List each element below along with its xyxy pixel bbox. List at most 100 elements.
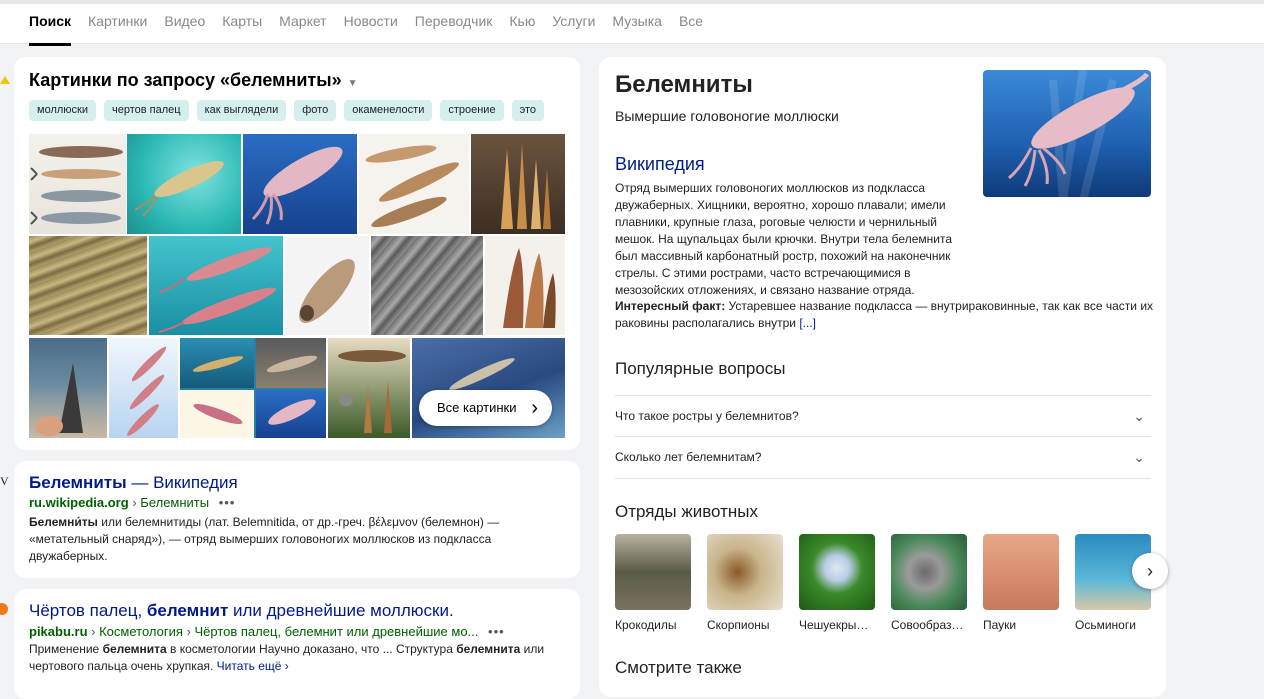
result-snippet: Белемни́ты или белемнитиды (лат. Belemni… bbox=[29, 514, 565, 565]
image-tile[interactable] bbox=[29, 236, 147, 335]
belemnite-drawing bbox=[251, 146, 343, 225]
belemnite-drawing bbox=[365, 145, 459, 228]
chip-devils-finger[interactable]: чертов палец bbox=[103, 100, 189, 121]
image-tile[interactable] bbox=[149, 236, 283, 335]
animal-label: Скорпионы bbox=[707, 618, 770, 632]
images-block: Картинки по запросу «белемниты» ▼ моллюск… bbox=[14, 57, 580, 450]
belemnite-drawing bbox=[338, 350, 406, 433]
image-tile[interactable] bbox=[127, 134, 241, 234]
fact-more-link[interactable]: [...] bbox=[799, 316, 816, 330]
animal-label: Чешуекры… bbox=[799, 618, 869, 632]
search-result-pikabu: Чёртов палец, белемнит или древнейшие мо… bbox=[14, 589, 580, 699]
carousel-next-button[interactable]: › bbox=[1132, 553, 1168, 589]
image-tile[interactable] bbox=[109, 338, 178, 438]
read-more-label: Читать ещё bbox=[216, 659, 282, 673]
tab-market[interactable]: Маркет bbox=[279, 12, 326, 43]
animal-label: Крокодилы bbox=[615, 618, 677, 632]
read-more-link[interactable]: Читать ещё › bbox=[217, 659, 289, 673]
belemnite-drawing bbox=[503, 248, 556, 328]
wikipedia-link[interactable]: Википедия bbox=[615, 154, 705, 175]
tab-images[interactable]: Картинки bbox=[88, 12, 147, 43]
breadcrumb-separator: › bbox=[186, 624, 191, 639]
result-title-part: Чёртов палец, bbox=[29, 601, 147, 620]
snippet-text: в косметологии Научно доказано, что ... … bbox=[166, 642, 457, 656]
result-title-bold: Белемниты bbox=[29, 473, 127, 492]
chip-structure[interactable]: строение bbox=[440, 100, 504, 121]
tab-translator[interactable]: Переводчик bbox=[415, 12, 493, 43]
result-url[interactable]: ru.wikipedia.org › Белемниты ••• bbox=[29, 495, 235, 510]
belemnite-drawing bbox=[127, 346, 167, 436]
tab-q[interactable]: Кью bbox=[509, 12, 535, 43]
chip-mollusks[interactable]: моллюски bbox=[29, 100, 96, 121]
search-tabs: Поиск Картинки Видео Карты Маркет Новост… bbox=[29, 12, 720, 46]
query-chips: моллюски чертов палец как выглядели фото… bbox=[29, 100, 544, 121]
more-options-icon[interactable]: ••• bbox=[488, 624, 505, 639]
result-snippet: Применение белемнита в косметологии Науч… bbox=[29, 641, 565, 675]
chip-photo[interactable]: фото bbox=[294, 100, 337, 121]
animal-thumbnail bbox=[983, 534, 1059, 610]
result-domain: pikabu.ru bbox=[29, 624, 88, 639]
image-tile[interactable] bbox=[29, 338, 107, 438]
see-also-heading: Смотрите также bbox=[615, 658, 742, 677]
interesting-fact: Интересный факт: Устаревшее название под… bbox=[615, 298, 1155, 332]
tab-maps[interactable]: Карты bbox=[222, 12, 262, 43]
chip-how-looked[interactable]: как выглядели bbox=[196, 100, 287, 121]
result-path: Чёртов палец, белемнит или древнейшие мо… bbox=[194, 624, 479, 639]
result-title-link[interactable]: Чёртов палец, белемнит или древнейшие мо… bbox=[29, 601, 454, 621]
all-images-button-label: Все картинки bbox=[437, 400, 517, 415]
chevron-right-icon: › bbox=[1147, 561, 1153, 581]
tab-all[interactable]: Все bbox=[679, 12, 703, 43]
fact-label: Интересный факт: bbox=[615, 299, 726, 313]
tab-search[interactable]: Поиск bbox=[29, 12, 72, 46]
images-block-title-text: Картинки по запросу «белемниты» bbox=[29, 70, 342, 90]
animal-card-spiders[interactable]: Пауки bbox=[983, 534, 1059, 632]
animal-card-crocodiles[interactable]: Крокодилы bbox=[615, 534, 691, 632]
images-block-title[interactable]: Картинки по запросу «белемниты» ▼ bbox=[29, 70, 358, 91]
image-tile[interactable] bbox=[371, 236, 483, 335]
chevron-down-icon: ⌄ bbox=[1133, 449, 1145, 465]
faq-item[interactable]: Сколько лет белемнитам? ⌄ bbox=[615, 436, 1151, 479]
belemnite-drawing bbox=[35, 363, 83, 436]
result-url[interactable]: pikabu.ru › Косметология › Чёртов палец,… bbox=[29, 624, 505, 639]
snippet-bold: Белемни́ты bbox=[29, 515, 98, 529]
image-tile[interactable] bbox=[359, 134, 469, 234]
all-images-button[interactable]: Все картинки › bbox=[419, 390, 552, 426]
snippet-text: Применение bbox=[29, 642, 103, 656]
animal-thumbnail bbox=[615, 534, 691, 610]
image-tile[interactable] bbox=[243, 134, 357, 234]
chip-fossils[interactable]: окаменелости bbox=[344, 100, 433, 121]
belemnite-drawing bbox=[299, 259, 355, 323]
tab-video[interactable]: Видео bbox=[164, 12, 205, 43]
more-options-icon[interactable]: ••• bbox=[219, 495, 236, 510]
breadcrumb-separator: › bbox=[91, 624, 96, 639]
result-path: Косметология bbox=[99, 624, 183, 639]
belemnite-drawing bbox=[30, 146, 123, 225]
tab-music[interactable]: Музыка bbox=[612, 12, 662, 43]
tab-services[interactable]: Услуги bbox=[552, 12, 595, 43]
animal-label: Пауки bbox=[983, 618, 1017, 632]
result-title-bold: белемнит bbox=[146, 601, 229, 620]
animal-card-lepidoptera[interactable]: Чешуекры… bbox=[799, 534, 875, 632]
chip-this[interactable]: это bbox=[511, 100, 544, 121]
belemnite-drawing bbox=[158, 247, 277, 333]
animal-card-scorpions[interactable]: Скорпионы bbox=[707, 534, 783, 632]
tab-news[interactable]: Новости bbox=[344, 12, 398, 43]
animal-thumbnail bbox=[707, 534, 783, 610]
entity-subtitle: Вымершие головоногие моллюски bbox=[615, 108, 839, 124]
belemnite-drawing bbox=[501, 144, 551, 229]
result-title-part: или древнейшие моллюски. bbox=[228, 601, 454, 620]
dropdown-triangle-icon[interactable]: ▼ bbox=[348, 78, 358, 89]
wikipedia-summary: Отряд вымерших головоногих моллюсков из … bbox=[615, 181, 952, 297]
image-tile[interactable] bbox=[285, 236, 369, 335]
entity-image[interactable] bbox=[983, 70, 1151, 197]
image-tile[interactable] bbox=[29, 134, 126, 234]
image-tile[interactable] bbox=[485, 236, 565, 335]
result-domain: ru.wikipedia.org bbox=[29, 495, 129, 510]
animal-card-owls[interactable]: Совообраз… bbox=[891, 534, 967, 632]
image-tile[interactable] bbox=[471, 134, 565, 234]
image-tile[interactable] bbox=[180, 338, 326, 438]
result-path: Белемниты bbox=[140, 495, 210, 510]
result-title-link[interactable]: Белемниты — Википедия bbox=[29, 473, 238, 493]
faq-item[interactable]: Что такое ростры у белемнитов? ⌄ bbox=[615, 395, 1151, 437]
image-tile[interactable] bbox=[328, 338, 410, 438]
